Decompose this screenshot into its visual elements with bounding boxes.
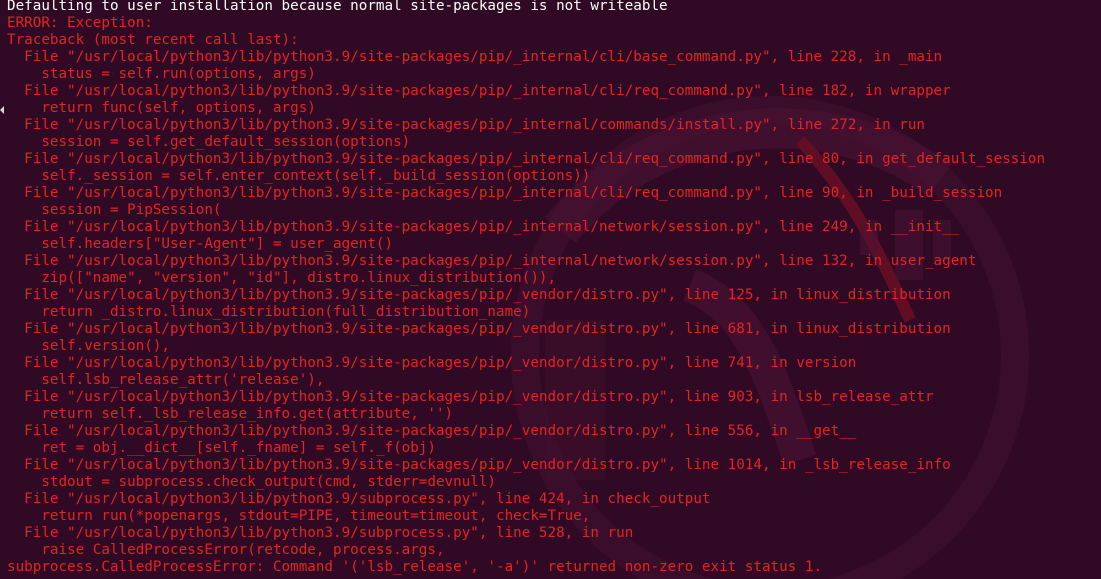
output-line: File "/usr/local/python3/lib/python3.9/s…	[7, 321, 951, 337]
output-line: self._session = self.enter_context(self.…	[7, 168, 591, 184]
output-line: return self._lsb_release_info.get(attrib…	[7, 406, 454, 422]
output-line: session = self.get_default_session(optio…	[7, 134, 411, 150]
scroll-indicator-icon[interactable]	[0, 106, 4, 114]
terminal-window[interactable]: Defaulting to user installation because …	[0, 0, 1101, 579]
terminal-output: Defaulting to user installation because …	[7, 0, 1045, 576]
output-line: File "/usr/local/python3/lib/python3.9/s…	[7, 117, 925, 133]
output-line: File "/usr/local/python3/lib/python3.9/s…	[7, 151, 1046, 167]
output-line: File "/usr/local/python3/lib/python3.9/s…	[7, 83, 951, 99]
output-line: self.headers["User-Agent"] = user_agent(…	[7, 236, 394, 252]
output-line: status = self.run(options, args)	[7, 66, 316, 82]
output-line: File "/usr/local/python3/lib/python3.9/s…	[7, 219, 960, 235]
output-line: return run(*popenargs, stdout=PIPE, time…	[7, 508, 591, 524]
output-line: File "/usr/local/python3/lib/python3.9/s…	[7, 423, 857, 439]
output-line: File "/usr/local/python3/lib/python3.9/s…	[7, 253, 977, 269]
output-line: return func(self, options, args)	[7, 100, 316, 116]
output-line: Traceback (most recent call last):	[7, 32, 299, 48]
output-line: raise CalledProcessError(retcode, proces…	[7, 542, 445, 558]
output-line: File "/usr/local/python3/lib/python3.9/s…	[7, 389, 934, 405]
output-line: File "/usr/local/python3/lib/python3.9/s…	[7, 355, 857, 371]
output-line: File "/usr/local/python3/lib/python3.9/s…	[7, 457, 951, 473]
output-line: stdout = subprocess.check_output(cmd, st…	[7, 474, 497, 490]
output-line: File "/usr/local/python3/lib/python3.9/s…	[7, 491, 711, 507]
output-line: ret = obj.__dict__[self._fname] = self._…	[7, 440, 436, 456]
output-line: self.lsb_release_attr('release'),	[7, 372, 325, 388]
output-line: File "/usr/local/python3/lib/python3.9/s…	[7, 287, 951, 303]
output-line: subprocess.CalledProcessError: Command '…	[7, 559, 823, 575]
output-line: ERROR: Exception:	[7, 15, 153, 31]
output-line: Defaulting to user installation because …	[7, 0, 668, 14]
output-line: session = PipSession(	[7, 202, 222, 218]
output-line: File "/usr/local/python3/lib/python3.9/s…	[7, 525, 634, 541]
output-line: return _distro.linux_distribution(full_d…	[7, 304, 531, 320]
output-line: self.version(),	[7, 338, 171, 354]
output-line: File "/usr/local/python3/lib/python3.9/s…	[7, 185, 1003, 201]
output-line: zip(["name", "version", "id"], distro.li…	[7, 270, 557, 286]
output-line: File "/usr/local/python3/lib/python3.9/s…	[7, 49, 943, 65]
